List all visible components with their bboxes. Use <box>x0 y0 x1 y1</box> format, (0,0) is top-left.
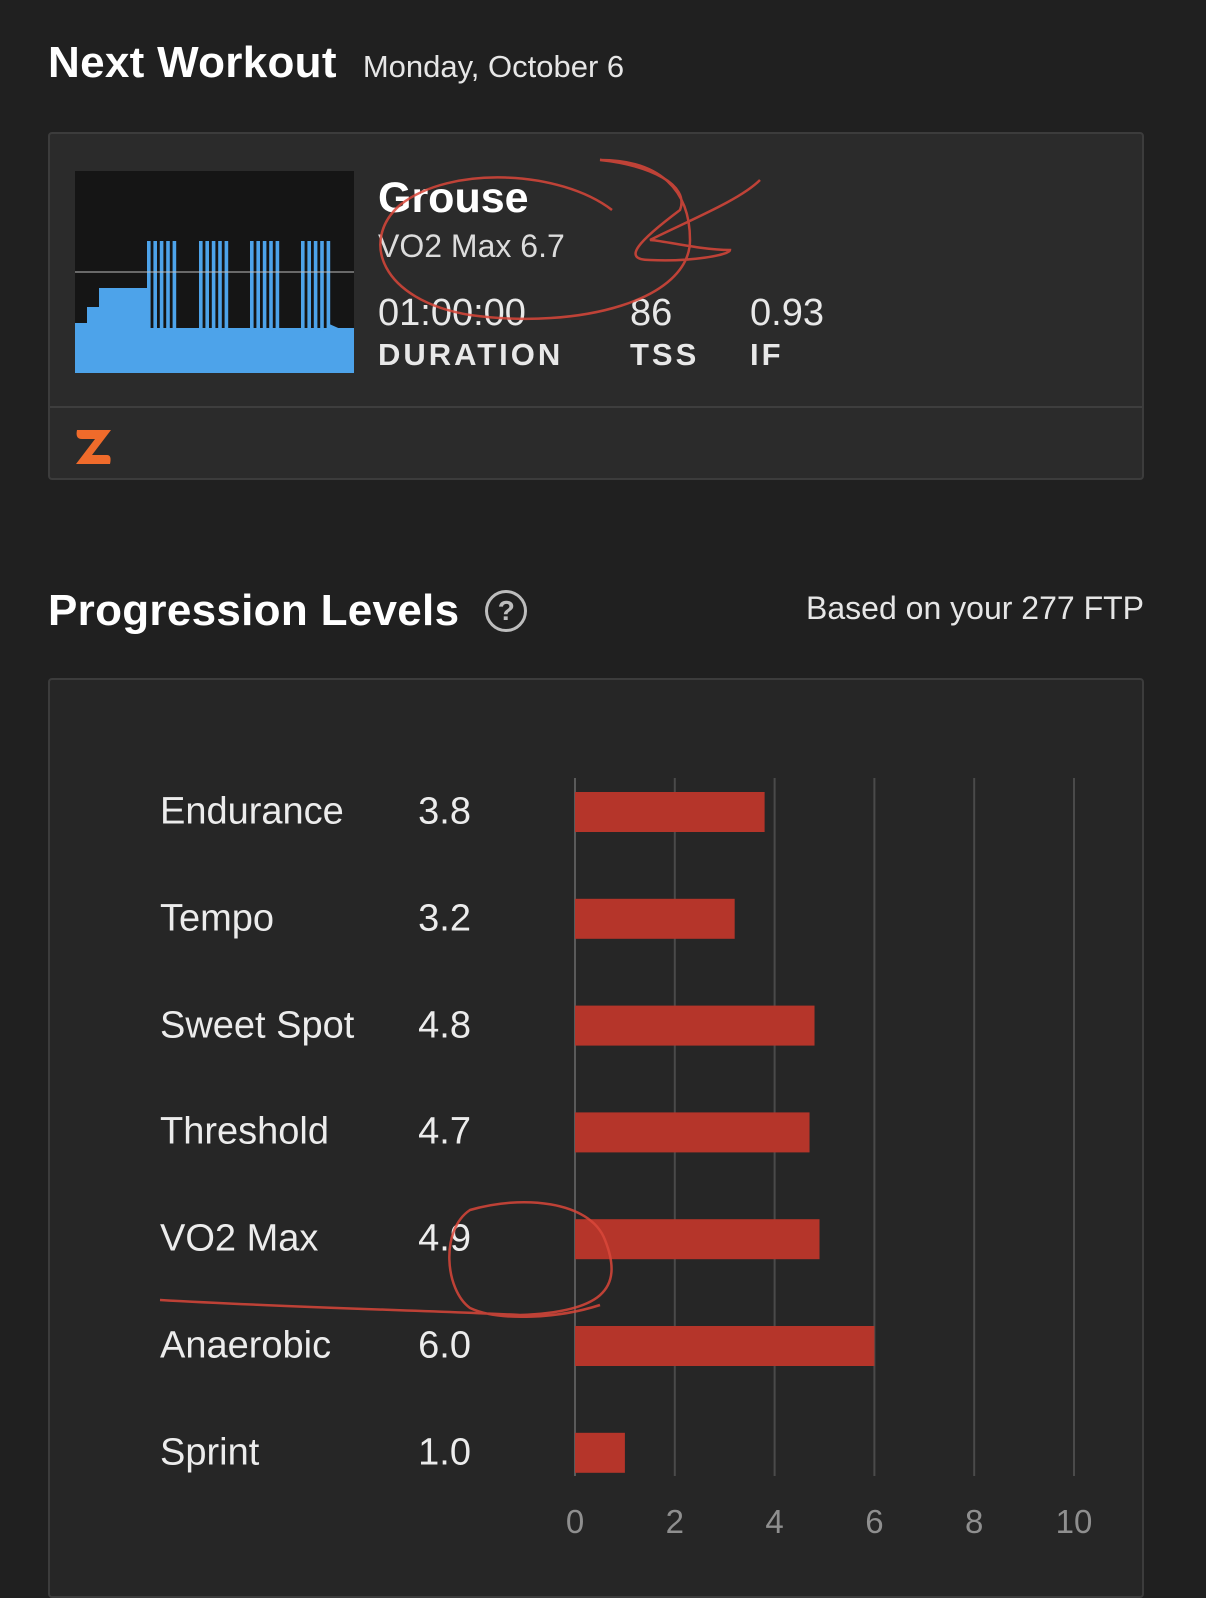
level-bar <box>575 1326 875 1366</box>
progression-card: 0 2 4 6 8 10 Endurance 3.8 Tempo 3.2 Sweet Spot 4.… <box>48 678 1144 1598</box>
interval-bar <box>211 241 216 331</box>
x-tick-label: 4 <box>765 1503 783 1540</box>
interval-bar <box>313 241 318 331</box>
next-workout-header: Next Workout Monday, October 6 <box>48 38 624 88</box>
level-bar <box>575 1219 820 1260</box>
progression-title: Progression Levels <box>48 586 460 635</box>
level-bar <box>575 898 735 939</box>
level-bar <box>575 1432 625 1473</box>
progression-header: Progression Levels ? <box>48 586 528 636</box>
interval-bar <box>301 241 305 331</box>
interval-bar <box>320 241 324 331</box>
x-tick-label: 6 <box>865 1503 883 1540</box>
interval-bar <box>307 241 311 331</box>
level-bar <box>575 1005 815 1046</box>
workout-profile-graph <box>75 171 354 373</box>
interval-bar <box>166 241 170 331</box>
interval-bar <box>199 241 203 331</box>
workout-profile-svg <box>75 241 354 373</box>
level-value: 4.9 <box>418 1217 471 1260</box>
interval-bar <box>224 241 229 331</box>
level-value: 4.7 <box>418 1110 471 1153</box>
next-workout-title: Next Workout <box>48 38 337 87</box>
metric-duration-label: DURATION <box>378 337 564 372</box>
base-block <box>145 328 354 373</box>
level-value: 3.2 <box>418 897 471 940</box>
x-tick-label: 8 <box>965 1503 983 1540</box>
zwift-logo-icon[interactable] <box>74 428 114 471</box>
metric-tss: 86 TSS <box>630 292 699 373</box>
interval-bar <box>275 241 280 331</box>
card-divider <box>50 406 1142 408</box>
level-bar <box>575 1112 810 1153</box>
warmup-block <box>75 288 147 373</box>
workout-subtitle: VO2 Max 6.7 <box>378 228 565 264</box>
interval-bar <box>147 241 151 331</box>
metric-if-label: IF <box>750 337 784 372</box>
x-tick-label: 2 <box>666 1503 684 1540</box>
interval-bar <box>172 241 177 331</box>
level-value: 3.8 <box>418 790 471 833</box>
level-value: 6.0 <box>418 1324 471 1367</box>
level-label: Threshold <box>160 1110 329 1153</box>
next-workout-date: Monday, October 6 <box>362 49 625 84</box>
level-label: Endurance <box>160 790 344 833</box>
interval-bar <box>159 241 164 331</box>
level-label: Sprint <box>160 1431 260 1474</box>
metric-tss-label: TSS <box>630 337 700 372</box>
workout-name: Grouse <box>378 174 529 222</box>
workout-card[interactable]: Grouse VO2 Max 6.7 01:00:00 DURATION 86 … <box>48 132 1144 480</box>
interval-bar <box>256 241 260 331</box>
level-label: VO2 Max <box>160 1217 319 1260</box>
level-value: 4.8 <box>418 1004 471 1047</box>
x-tick-label: 0 <box>566 1503 584 1540</box>
level-value: 1.0 <box>418 1431 471 1474</box>
x-tick-label: 10 <box>1056 1503 1093 1540</box>
metric-duration-value: 01:00:00 <box>378 292 526 334</box>
level-label: Sweet Spot <box>160 1004 355 1047</box>
metric-tss-value: 86 <box>630 292 673 334</box>
interval-bar <box>326 241 331 331</box>
interval-bar <box>153 241 157 331</box>
interval-bar <box>269 241 273 331</box>
level-label: Tempo <box>160 897 275 940</box>
ftp-note: Based on your 277 FTP <box>806 590 1144 626</box>
help-icon[interactable]: ? <box>485 590 528 632</box>
interval-bar <box>250 241 254 331</box>
interval-bar <box>218 241 222 331</box>
level-bar <box>575 792 765 832</box>
metric-duration: 01:00:00 DURATION <box>378 292 563 373</box>
interval-bar <box>205 241 209 331</box>
level-label: Anaerobic <box>160 1324 332 1367</box>
metric-if: 0.93 IF <box>750 292 824 373</box>
metric-if-value: 0.93 <box>750 292 824 334</box>
interval-bar <box>262 241 267 331</box>
